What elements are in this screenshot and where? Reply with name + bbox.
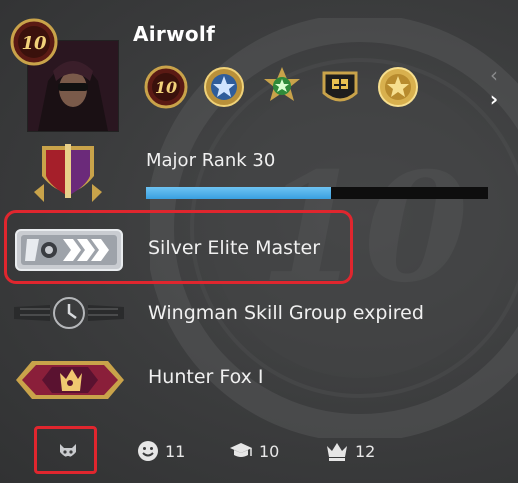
blue-star-medal-icon[interactable] bbox=[202, 65, 246, 109]
teacher-commendations: 10 bbox=[229, 440, 279, 462]
medal-showcase: 10 bbox=[144, 65, 420, 109]
xp-progress-fill bbox=[146, 187, 331, 199]
green-star-medal-icon[interactable] bbox=[260, 65, 304, 109]
medal-navigation: ‹ › bbox=[484, 63, 504, 111]
leader-commendations: 12 bbox=[325, 440, 375, 462]
profile-details-highlight bbox=[34, 426, 97, 474]
competitive-rank-highlight bbox=[4, 210, 353, 284]
graduation-cap-icon bbox=[230, 443, 252, 457]
player-profile-card: 10 10 Airwolf 10 ‹ › Major Rank 30 Silve… bbox=[0, 0, 518, 483]
gold-bomb-medal-icon[interactable] bbox=[318, 65, 362, 109]
friendly-count: 11 bbox=[165, 441, 186, 461]
profile-rank-label: Major Rank 30 bbox=[146, 150, 276, 171]
chevron-left-icon[interactable]: ‹ bbox=[484, 63, 504, 87]
wingman-rank-icon bbox=[14, 297, 124, 329]
profile-level-badge-icon: 10 bbox=[10, 18, 58, 66]
major-rank-shield-icon bbox=[34, 144, 102, 202]
wingman-rank-label: Wingman Skill Group expired bbox=[148, 302, 424, 324]
danger-zone-rank-label: Hunter Fox I bbox=[148, 366, 264, 388]
smiley-icon bbox=[138, 441, 158, 461]
teacher-count: 10 bbox=[259, 441, 280, 461]
chevron-right-icon[interactable]: › bbox=[484, 87, 504, 111]
svg-text:10: 10 bbox=[155, 78, 177, 97]
hunter-fox-rank-icon bbox=[16, 361, 124, 399]
crown-icon bbox=[327, 443, 347, 461]
friendly-commendations: 11 bbox=[137, 440, 185, 462]
leader-count: 12 bbox=[355, 441, 376, 461]
service-medal-10-icon[interactable]: 10 bbox=[144, 65, 188, 109]
username: Airwolf bbox=[133, 22, 216, 46]
gold-star-coin-icon[interactable] bbox=[376, 65, 420, 109]
xp-progress-bar bbox=[146, 187, 488, 199]
svg-text:10: 10 bbox=[21, 33, 47, 54]
